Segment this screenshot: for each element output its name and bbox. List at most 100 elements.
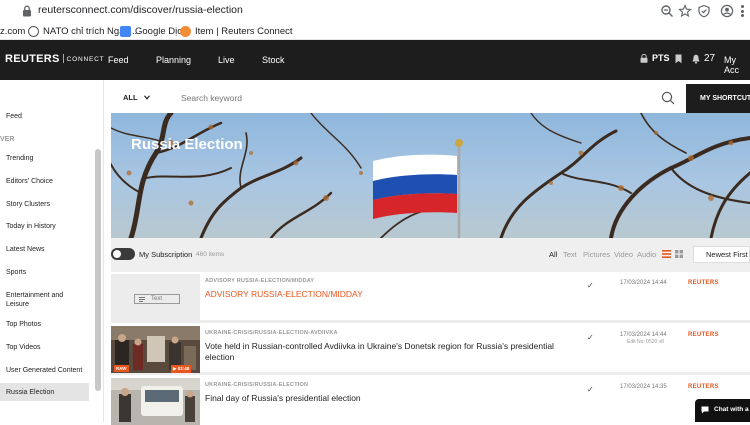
sidebar-item-trending[interactable]: Trending <box>6 154 88 163</box>
filter-bar: My Subscription 460 items All Text Pictu… <box>111 238 750 272</box>
bookmark-item[interactable]: Item | Reuters Connect <box>180 25 293 37</box>
grid-view-icon[interactable] <box>675 250 683 258</box>
reuters-logo[interactable]: REUTERS CONNECT <box>5 53 104 65</box>
result-row[interactable]: RAW ▶ 02:48 UKRAINE-CRISIS/RUSSIA-ELECTI… <box>111 324 750 375</box>
sidebar-item-entertainment[interactable]: Entertainment and Leisure <box>6 291 72 309</box>
chat-button[interactable]: Chat with a <box>695 399 750 422</box>
sidebar-item-feed[interactable]: Feed <box>6 112 88 121</box>
scope-dropdown[interactable]: ALL <box>123 93 138 102</box>
bookmark-item[interactable]: z.com <box>0 25 25 37</box>
profile-icon[interactable] <box>720 4 734 18</box>
sort-dropdown[interactable]: Newest First <box>693 246 750 263</box>
chat-label: Chat with a <box>714 406 749 413</box>
result-slug: UKRAINE-CRISIS/RUSSIA-ELECTION-AVDIIVKA <box>205 330 338 336</box>
result-thumbnail[interactable] <box>111 378 200 425</box>
banner-photo-trees <box>111 113 750 238</box>
raw-badge: RAW <box>114 365 129 372</box>
text-lines-icon <box>139 296 145 302</box>
result-thumbnail[interactable]: Text <box>111 274 200 321</box>
zoom-icon[interactable] <box>660 4 674 18</box>
search-bar: ALL <box>111 84 750 113</box>
site-header: REUTERS CONNECT Feed Planning Live Stock … <box>0 40 750 80</box>
result-edit-number: Edit No: 0520 v8 <box>627 339 664 345</box>
lock-icon <box>640 53 648 63</box>
thumb-label: Text <box>151 296 163 302</box>
nav-stock[interactable]: Stock <box>262 55 285 65</box>
sidebar-item-sports[interactable]: Sports <box>6 268 88 277</box>
bookmark-label: Item | Reuters Connect <box>195 25 293 37</box>
filter-video[interactable]: Video <box>614 250 633 259</box>
filter-all[interactable]: All <box>549 250 557 259</box>
result-slug: ADVISORY RUSSIA-ELECTION/MIDDAY <box>205 278 315 284</box>
topic-banner: Russia Election <box>111 113 750 238</box>
filter-pictures[interactable]: Pictures <box>583 250 610 259</box>
lock-icon[interactable] <box>22 5 32 17</box>
bookmark-label: z.com <box>0 25 26 37</box>
result-headline[interactable]: Final day of Russia's presidential elect… <box>205 393 565 404</box>
sidebar-item-story-clusters[interactable]: Story Clusters <box>6 200 88 209</box>
url-text[interactable]: reutersconnect.com/discover/russia-elect… <box>38 4 243 16</box>
result-row[interactable]: UKRAINE-CRISIS/RUSSIA-ELECTION Final day… <box>111 376 750 425</box>
bookmark-icon[interactable] <box>675 54 682 64</box>
result-row[interactable]: Text ADVISORY RUSSIA-ELECTION/MIDDAY ADV… <box>111 272 750 323</box>
result-date: 17/03/2024 14:44 <box>620 332 667 338</box>
chevron-down-icon[interactable] <box>144 95 150 100</box>
result-headline[interactable]: ADVISORY RUSSIA-ELECTION/MIDDAY <box>205 289 565 300</box>
my-subscription-toggle[interactable] <box>111 248 135 260</box>
sidebar-item-top-videos[interactable]: Top Videos <box>6 343 88 352</box>
item-count: 460 items <box>196 251 225 258</box>
google-translate-icon <box>120 25 131 37</box>
browser-address-bar: reutersconnect.com/discover/russia-elect… <box>0 0 750 22</box>
sidebar-item-top-photos[interactable]: Top Photos <box>6 320 88 329</box>
menu-icon[interactable] <box>741 5 745 19</box>
nav-live[interactable]: Live <box>218 55 235 65</box>
check-icon: ✓ <box>587 385 594 394</box>
pts-label: PTS <box>652 53 670 63</box>
sidebar-item-user-generated-content[interactable]: User Generated Content <box>6 366 88 375</box>
search-icon[interactable] <box>661 91 675 105</box>
list-view-icon[interactable] <box>662 250 671 258</box>
result-date: 17/03/2024 14:44 <box>620 280 667 286</box>
result-date: 17/03/2024 14:35 <box>620 384 667 390</box>
star-icon[interactable] <box>678 4 692 18</box>
banner-title: Russia Election <box>131 136 243 153</box>
my-shortcuts-button[interactable]: MY SHORTCUTS <box>686 84 750 113</box>
result-source: REUTERS <box>688 332 719 338</box>
check-icon: ✓ <box>587 281 594 290</box>
nav-planning[interactable]: Planning <box>156 55 191 65</box>
logo-text: REUTERS <box>5 53 60 65</box>
notifications[interactable]: 27 <box>692 53 715 64</box>
sidebar-scrollbar[interactable] <box>95 149 101 391</box>
search-input[interactable] <box>181 90 641 106</box>
chat-bubble-icon <box>701 406 709 414</box>
notification-count: 27 <box>704 53 716 64</box>
account-menu[interactable]: My Acc <box>724 55 750 75</box>
result-thumbnail[interactable]: RAW ▶ 02:48 <box>111 326 200 373</box>
video-duration-badge: ▶ 02:48 <box>171 365 192 373</box>
globe-icon <box>28 25 39 37</box>
result-slug: UKRAINE-CRISIS/RUSSIA-ELECTION <box>205 382 309 388</box>
sidebar: Feed VER Trending Editors' Choice Story … <box>0 80 104 422</box>
result-source: REUTERS <box>688 384 719 390</box>
filter-text[interactable]: Text <box>563 250 577 259</box>
bell-icon <box>692 54 700 64</box>
thumbnail-photo <box>111 378 200 425</box>
sidebar-item-russia-election[interactable]: Russia Election <box>6 388 88 397</box>
shield-icon[interactable] <box>697 4 711 18</box>
sidebar-item-latest-news[interactable]: Latest News <box>6 245 88 254</box>
sidebar-section-label: VER <box>0 136 15 143</box>
result-headline[interactable]: Vote held in Russian-controlled Avdiivka… <box>205 341 565 363</box>
text-type-badge: Text <box>134 294 180 304</box>
nav-feed[interactable]: Feed <box>108 55 129 65</box>
reuters-favicon <box>180 25 191 37</box>
sidebar-item-today-in-history[interactable]: Today in History <box>6 222 88 231</box>
logo-sub-text: CONNECT <box>66 56 105 63</box>
pts-indicator[interactable]: PTS <box>640 53 670 63</box>
bookmarks-bar: z.com NATO chỉ trích Nga l... Google Dịc… <box>0 22 750 40</box>
sidebar-item-editors-choice[interactable]: Editors' Choice <box>6 177 88 186</box>
subscription-label: My Subscription <box>139 250 193 259</box>
check-icon: ✓ <box>587 333 594 342</box>
bookmark-item[interactable]: Google Dịch <box>120 25 187 37</box>
filter-audio[interactable]: Audio <box>637 250 656 259</box>
result-source: REUTERS <box>688 280 719 286</box>
